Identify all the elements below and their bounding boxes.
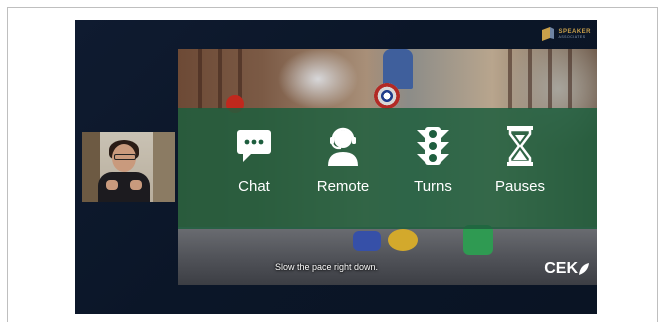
menu-item-chat[interactable]: Chat (214, 124, 294, 195)
menu-item-label: Remote (316, 178, 370, 195)
brand-mark-icon (542, 27, 555, 41)
menu-item-pauses[interactable]: Pauses (480, 124, 560, 195)
leaf-icon (579, 263, 589, 275)
brand-tagline: ASSOCIATES (558, 34, 586, 39)
presenter-video (82, 132, 175, 202)
cek-logo: CEK (544, 260, 590, 278)
traffic-light-icon (417, 127, 449, 165)
menu-item-label: Chat (238, 178, 270, 195)
video-player[interactable]: SPEAKER ASSOCIATES Chat Remote Turns Pau… (75, 20, 597, 314)
hourglass-icon (507, 126, 533, 166)
menu-item-remote[interactable]: Remote (303, 124, 383, 195)
brand-name: SPEAKER (558, 28, 591, 35)
menu-item-turns[interactable]: Turns (393, 124, 473, 195)
chat-bubble-icon (237, 130, 271, 162)
menu-item-label: Turns (414, 178, 452, 195)
headset-person-icon (328, 127, 358, 166)
cek-logo-text: CEK (544, 260, 578, 277)
menu-item-label: Pauses (494, 178, 546, 195)
brand-logo: SPEAKER ASSOCIATES (542, 27, 591, 41)
subtitle-caption: Slow the pace right down. (275, 262, 379, 272)
